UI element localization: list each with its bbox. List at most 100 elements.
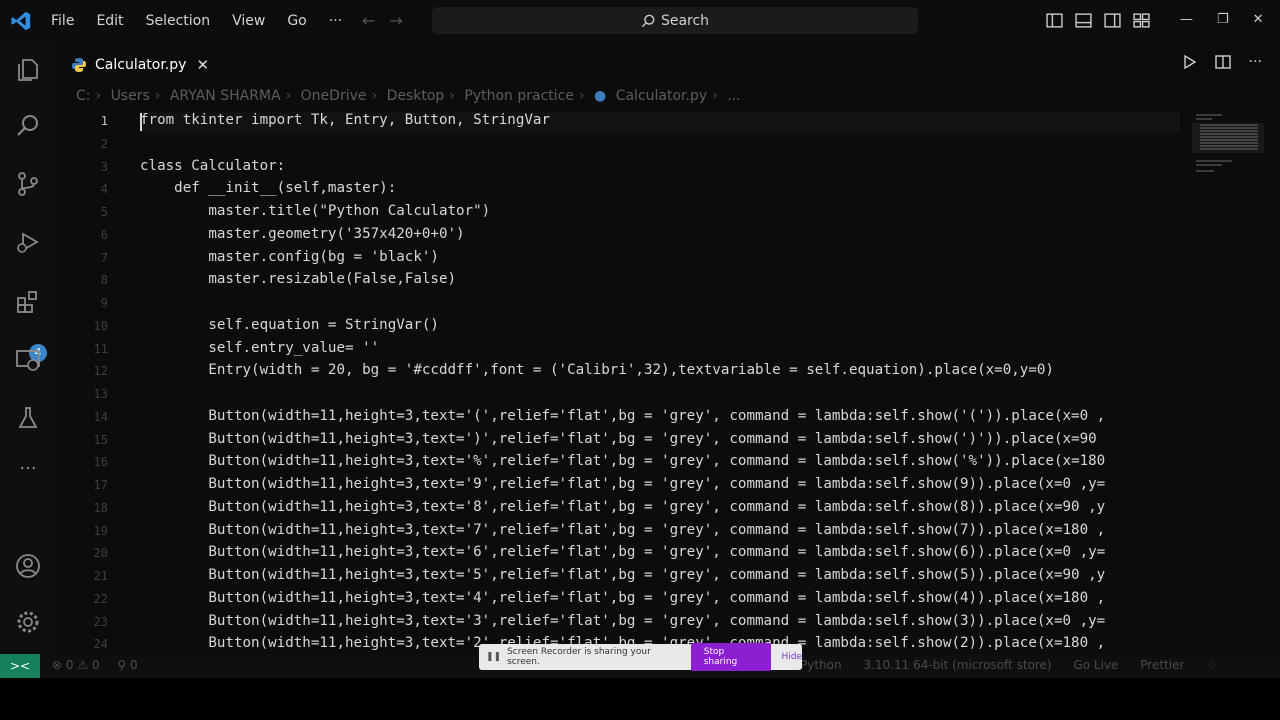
close-window-icon[interactable]: ✕ [1253,12,1264,27]
remote-indicator[interactable]: >< [0,654,40,678]
code-text: Button(width=11,height=3,text='3',relief… [140,612,1106,629]
line-number: 6 [100,227,108,242]
code-line[interactable]: 6 master.geometry('357x420+0+0') [56,225,1186,248]
source-control-icon[interactable] [14,170,42,198]
stop-sharing-button[interactable]: Stop sharing [690,643,772,671]
toggle-primary-sidebar-icon[interactable] [1046,12,1063,29]
toggle-panel-icon[interactable] [1075,12,1092,29]
account-icon[interactable] [14,552,42,580]
command-center-search[interactable]: Search [432,7,918,34]
customize-layout-icon[interactable] [1133,12,1150,29]
code-line[interactable]: 21 Button(width=11,height=3,text='5',rel… [56,566,1186,589]
hide-link[interactable]: Hide [781,652,802,662]
code-line[interactable]: 19 Button(width=11,height=3,text='7',rel… [56,521,1186,544]
code-line[interactable]: 8 master.resizable(False,False) [56,270,1186,293]
breadcrumb-user[interactable]: ARYAN SHARMA [170,88,281,104]
forward-arrow-icon[interactable]: → [389,11,402,30]
code-line[interactable]: 20 Button(width=11,height=3,text='6',rel… [56,543,1186,566]
search-icon [641,14,655,27]
notifications-bell-icon[interactable]: ♢ [1206,658,1217,672]
code-text: master.config(bg = 'black') [140,248,439,265]
menu-edit[interactable]: Edit [85,13,134,29]
testing-icon[interactable] [14,404,42,432]
breadcrumb-file[interactable]: Calculator.py [616,88,707,104]
run-debug-icon[interactable] [14,228,42,256]
code-line[interactable]: 4 def __init__(self,master): [56,179,1186,202]
vscode-logo-icon[interactable] [10,10,32,32]
code-line[interactable]: 16 Button(width=11,height=3,text='%',rel… [56,452,1186,475]
code-line[interactable]: 9 [56,293,1186,316]
breadcrumb-desktop[interactable]: Desktop [387,88,445,104]
code-editor[interactable]: 1 from tkinter import Tk, Entry, Button, … [56,111,1186,651]
line-number: 22 [93,591,108,606]
code-line[interactable]: 17 Button(width=11,height=3,text='9',rel… [56,475,1186,498]
toggle-secondary-sidebar-icon[interactable] [1104,12,1121,29]
code-line[interactable]: 7 master.config(bg = 'black') [56,248,1186,271]
line-number: 19 [93,523,108,538]
problems-count[interactable]: ⊗ 0 ⚠ 0 [52,658,100,672]
code-line[interactable]: 14 Button(width=11,height=3,text='(',rel… [56,407,1186,430]
menu-go[interactable]: Go [276,13,317,29]
code-line[interactable]: 11 self.entry_value= '' [56,339,1186,362]
minimize-icon[interactable]: — [1180,12,1193,27]
code-line[interactable]: 1 from tkinter import Tk, Entry, Button, … [56,111,1186,134]
line-number: 9 [100,296,108,310]
code-line[interactable]: 12 Entry(width = 20, bg = '#ccddff',font… [56,361,1186,384]
code-line[interactable]: 10 self.equation = StringVar() [56,316,1186,339]
code-text: Button(width=11,height=3,text='6',relief… [140,544,1106,561]
menu-view[interactable]: View [221,13,276,29]
breadcrumb-users[interactable]: Users [111,88,150,104]
line-number: 24 [93,637,108,651]
code-line[interactable]: 18 Button(width=11,height=3,text='8',rel… [56,498,1186,521]
code-line[interactable]: 3 class Calculator: [56,157,1186,180]
go-live-button[interactable]: Go Live [1073,658,1118,672]
line-number: 14 [93,409,108,424]
search-sidebar-icon[interactable] [14,112,42,140]
more-views-icon[interactable]: ··· [14,458,42,486]
prettier-status[interactable]: Prettier [1140,658,1184,672]
code-line[interactable]: 15 Button(width=11,height=3,text=')',rel… [56,430,1186,453]
code-line[interactable]: 2 [56,134,1186,157]
breadcrumb-folder[interactable]: Python practice [464,88,574,104]
code-text: Button(width=11,height=3,text='8',relief… [140,498,1106,515]
breadcrumb-drive[interactable]: C: [76,88,91,104]
line-number: 5 [100,205,108,219]
back-arrow-icon[interactable]: ← [362,11,375,30]
line-number: 7 [100,250,108,265]
menu-selection[interactable]: Selection [135,13,222,29]
line-number: 11 [93,341,108,356]
explorer-icon[interactable] [14,56,42,84]
tab-calculator-py[interactable]: Calculator.py ✕ [56,42,216,86]
share-message: Screen Recorder is sharing your screen. [507,647,651,667]
line-number: 21 [93,569,108,583]
menu-more[interactable]: ··· [318,13,353,29]
line-number: 23 [93,614,108,629]
run-python-file-icon[interactable] [1181,54,1197,70]
line-number: 8 [100,273,108,288]
code-line[interactable]: 23 Button(width=11,height=3,text='3',rel… [56,612,1186,635]
language-mode[interactable]: Python [800,658,842,672]
code-text: master.geometry('357x420+0+0') [140,225,465,242]
line-number: 15 [93,432,108,447]
code-line[interactable]: 5 master.title("Python Calculator") [56,202,1186,225]
settings-gear-icon[interactable] [14,608,42,636]
menu-file[interactable]: File [40,13,85,29]
black-letterbox [0,678,1280,720]
minimap[interactable] [1192,111,1264,181]
pause-icon: ❚❚ [486,652,502,662]
ports-count[interactable]: ⚲ 0 [117,658,137,672]
python-interpreter[interactable]: 3.10.11 64-bit (microsoft store) [863,658,1051,672]
extensions-icon[interactable] [14,288,42,316]
code-text: Button(width=11,height=3,text='%',relief… [140,453,1106,470]
remote-explorer-icon[interactable] [14,346,42,374]
code-line[interactable]: 13 [56,384,1186,407]
breadcrumb-onedrive[interactable]: OneDrive [301,88,367,104]
breadcrumb-symbol[interactable]: ... [727,88,740,104]
more-actions-icon[interactable]: ··· [1249,54,1262,70]
menu-bar: File Edit Selection View Go ··· [40,0,353,42]
code-text: Entry(width = 20, bg = '#ccddff',font = … [140,362,1054,379]
tab-close-icon[interactable]: ✕ [196,56,209,74]
code-line[interactable]: 22 Button(width=11,height=3,text='4',rel… [56,589,1186,612]
split-editor-icon[interactable] [1214,54,1231,70]
maximize-icon[interactable]: ❐ [1217,12,1229,27]
